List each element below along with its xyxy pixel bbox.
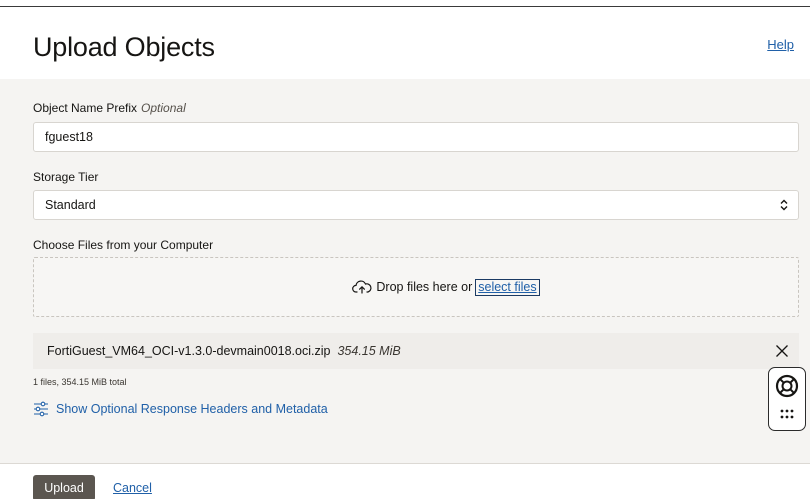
drop-text: Drop files here or	[376, 280, 473, 294]
optional-headers-link[interactable]: Show Optional Response Headers and Metad…	[33, 401, 328, 417]
chevron-updown-icon	[779, 191, 789, 219]
grid-dots-icon	[779, 406, 795, 424]
file-size: 354.15 MiB	[337, 344, 401, 358]
prefix-label-text: Object Name Prefix	[33, 101, 138, 115]
file-dropzone[interactable]: Drop files here or select files	[33, 257, 799, 317]
panel-header: Upload Objects Help	[0, 7, 810, 79]
storage-tier-select[interactable]: Standard	[33, 190, 799, 220]
page-title: Upload Objects	[33, 32, 215, 62]
lifebuoy-icon	[775, 374, 799, 403]
optional-hint: Optional	[141, 101, 186, 115]
optional-headers-text: Show Optional Response Headers and Metad…	[56, 402, 328, 416]
panel-footer: Upload Cancel	[0, 464, 810, 499]
select-files-link[interactable]: select files	[475, 278, 540, 296]
storage-tier-value: Standard	[45, 198, 96, 212]
help-widget[interactable]	[768, 367, 806, 431]
prefix-label: Object Name Prefix Optional	[33, 101, 186, 115]
help-link[interactable]: Help	[767, 37, 794, 52]
cancel-link[interactable]: Cancel	[113, 481, 152, 495]
sliders-icon	[33, 401, 49, 417]
file-name: FortiGuest_VM64_OCI-v1.3.0-devmain0018.o…	[47, 344, 331, 358]
prefix-input[interactable]: fguest18	[33, 122, 799, 152]
file-list-item: FortiGuest_VM64_OCI-v1.3.0-devmain0018.o…	[33, 333, 799, 369]
close-icon[interactable]	[773, 342, 791, 360]
files-summary: 1 files, 354.15 MiB total	[33, 377, 127, 387]
upload-button[interactable]: Upload	[33, 475, 95, 499]
storage-tier-label: Storage Tier	[33, 170, 99, 184]
cloud-upload-icon	[352, 280, 372, 294]
choose-files-label: Choose Files from your Computer	[33, 238, 214, 252]
